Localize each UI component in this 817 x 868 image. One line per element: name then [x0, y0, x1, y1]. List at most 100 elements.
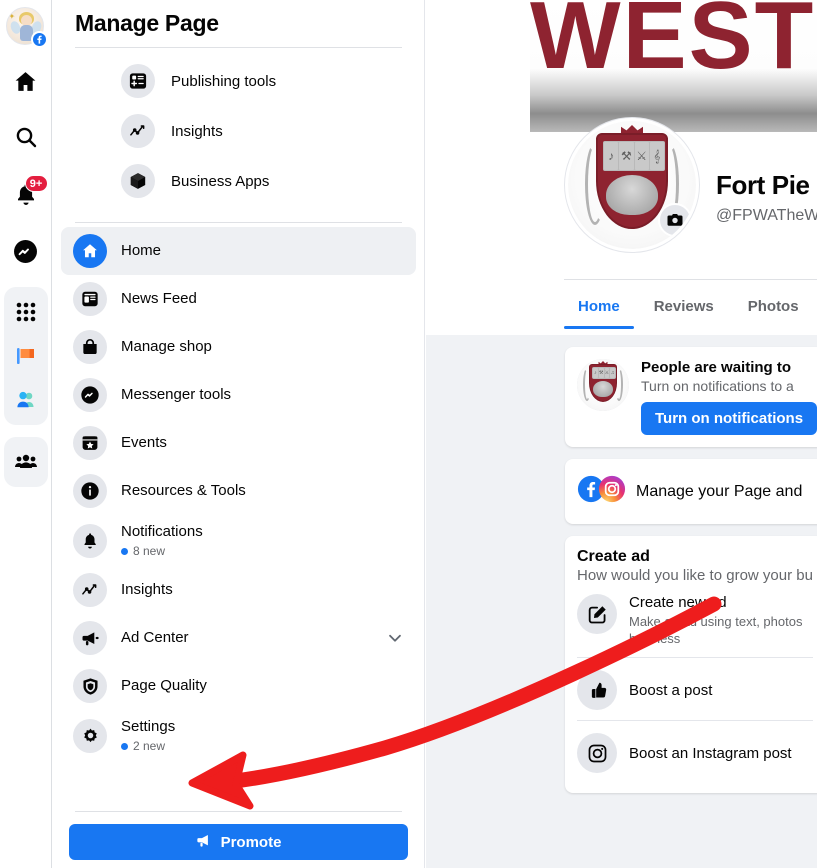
- tab-reviews[interactable]: Reviews: [640, 288, 728, 329]
- rail-messenger-icon[interactable]: [4, 229, 48, 273]
- bell-icon: [73, 523, 107, 558]
- home-icon: [73, 234, 107, 268]
- create-ad-card: Create ad How would you like to grow you…: [565, 536, 817, 793]
- events-calendar-icon: [73, 426, 107, 460]
- boost-a-post-item[interactable]: Boost a post: [577, 660, 813, 718]
- manage-card-text: Manage your Page and: [636, 482, 803, 500]
- edit-profile-photo-button[interactable]: [658, 203, 692, 237]
- nav-item-messenger-tools[interactable]: Messenger tools: [61, 371, 416, 419]
- create-new-ad-label: Create new ad: [629, 594, 727, 611]
- panel-footer-divider: [75, 811, 402, 812]
- boost-a-post-label: Boost a post: [629, 681, 713, 699]
- manage-page-panel: Manage Page Publishing tools Insights Bu…: [53, 0, 425, 868]
- nav-item-badge: 8 new: [121, 543, 203, 559]
- page-nav-list: Home News Feed Manage shop Messenger too…: [53, 223, 424, 761]
- rail-home-icon[interactable]: [4, 59, 48, 103]
- business-apps-cube-icon: [121, 164, 155, 198]
- quick-link-insights[interactable]: Insights: [53, 106, 424, 156]
- nav-item-ad-center[interactable]: Ad Center: [61, 614, 416, 662]
- nav-item-badge: 2 new: [121, 738, 175, 754]
- thumbs-up-icon: [577, 670, 617, 710]
- quick-link-label: Insights: [171, 122, 223, 140]
- user-avatar[interactable]: ✦: [5, 7, 48, 48]
- nav-item-home[interactable]: Home: [61, 227, 416, 275]
- nav-item-label: Insights: [121, 581, 173, 598]
- crest-panther: [593, 381, 613, 397]
- crest-shield: ♪ ⚒ ⚔ 𝄞: [596, 133, 668, 229]
- publishing-tools-icon: [121, 64, 155, 98]
- panel-title: Manage Page: [75, 10, 219, 36]
- notifications-count-badge: 9+: [24, 175, 48, 192]
- news-feed-icon: [73, 282, 107, 316]
- create-new-ad-item[interactable]: Create new ad Make an ad using text, pho…: [577, 584, 813, 655]
- tabs-divider: [564, 279, 817, 280]
- nav-item-label: Settings: [121, 718, 176, 735]
- promote-button-label: Promote: [220, 833, 282, 851]
- nav-item-label: News Feed: [121, 290, 197, 307]
- rail-group-secondary: [3, 437, 48, 487]
- nav-item-label: Manage shop: [121, 338, 212, 355]
- rail-friends-icon[interactable]: [4, 378, 48, 422]
- nav-item-label: Events: [121, 434, 167, 451]
- school-crest-logo-small: ♪ ⚒ ⚔ ♫: [577, 359, 629, 411]
- notification-card-subtitle: Turn on notifications to a: [641, 378, 794, 394]
- nav-item-insights[interactable]: Insights: [61, 566, 416, 614]
- insights-chart-icon: [73, 573, 107, 607]
- promote-button[interactable]: Promote: [69, 824, 408, 860]
- nav-item-resources-tools[interactable]: Resources & Tools: [61, 467, 416, 515]
- page-profile-picture[interactable]: ♪ ⚒ ⚔ 𝄞: [565, 118, 699, 252]
- instagram-icon: [598, 475, 626, 508]
- left-icon-rail: ✦ 9+: [0, 0, 52, 868]
- turn-on-notifications-card: ♪ ⚒ ⚔ ♫ People are waiting to Turn on notif…: [565, 347, 817, 447]
- page-avatar-thumbnail: ♪ ⚒ ⚔ ♫: [577, 359, 629, 411]
- quick-link-label: Business Apps: [171, 172, 270, 190]
- boost-instagram-post-item[interactable]: Boost an Instagram post: [577, 723, 813, 781]
- cover-photo-text: WEST: [530, 0, 816, 89]
- turn-on-notifications-button[interactable]: Turn on notifications: [641, 402, 817, 435]
- nav-item-sub-label: 8 new: [133, 544, 166, 558]
- rail-groups-icon[interactable]: [4, 440, 48, 484]
- cover-photo[interactable]: WEST: [530, 0, 817, 132]
- manage-page-and-instagram-card[interactable]: Manage your Page and: [565, 459, 817, 524]
- tab-photos[interactable]: Photos: [734, 288, 813, 329]
- boost-instagram-post-label: Boost an Instagram post: [629, 744, 792, 762]
- quick-link-label: Publishing tools: [171, 72, 277, 90]
- social-icon-pair: [577, 475, 626, 508]
- rail-pages-flag-icon[interactable]: [4, 334, 48, 378]
- notification-card-title: People are waiting to: [641, 359, 792, 376]
- page-handle: @FPWATheW: [716, 207, 817, 224]
- create-ad-title: Create ad: [577, 548, 650, 565]
- nav-item-sub-label: 2 new: [133, 739, 166, 753]
- page-title: Fort Pie: [716, 170, 810, 200]
- create-new-ad-desc-line1: Make an ad using text, photos: [629, 614, 803, 629]
- gear-icon: [73, 718, 107, 753]
- tab-home[interactable]: Home: [564, 288, 634, 329]
- ad-item-divider: [577, 657, 813, 658]
- nav-item-page-quality[interactable]: Page Quality: [61, 662, 416, 710]
- rail-menu-grid-icon[interactable]: [4, 290, 48, 334]
- page-profile-header: WEST ♪ ⚒ ⚔ 𝄞 Fort Pie @FPWATheW Home Rev…: [426, 0, 817, 335]
- rail-notifications-icon[interactable]: 9+: [4, 173, 48, 217]
- nav-item-label: Home: [121, 242, 162, 259]
- rail-search-icon[interactable]: [4, 115, 48, 159]
- nav-item-notifications[interactable]: Notifications 8 new: [61, 515, 416, 566]
- quick-links-list: Publishing tools Insights Business Apps: [53, 48, 424, 212]
- crest-emblem-band: ♪ ⚒ ⚔ 𝄞: [603, 141, 665, 171]
- facebook-badge-icon: [30, 31, 48, 48]
- nav-item-news-feed[interactable]: News Feed: [61, 275, 416, 323]
- compose-ad-icon: [577, 594, 617, 634]
- nav-item-label: Ad Center: [121, 629, 189, 646]
- nav-item-events[interactable]: Events: [61, 419, 416, 467]
- nav-item-settings[interactable]: Settings 2 new: [61, 710, 416, 761]
- chevron-down-icon[interactable]: [386, 629, 404, 647]
- quick-link-publishing-tools[interactable]: Publishing tools: [53, 56, 424, 106]
- nav-item-label: Page Quality: [121, 677, 207, 694]
- nav-item-manage-shop[interactable]: Manage shop: [61, 323, 416, 371]
- crest-emblem-band: ♪ ⚒ ⚔ ♫: [592, 367, 616, 379]
- nav-item-label: Resources & Tools: [121, 482, 246, 499]
- crest-shield: ♪ ⚒ ⚔ ♫: [589, 364, 617, 402]
- ad-item-divider: [577, 720, 813, 721]
- quick-link-business-apps[interactable]: Business Apps: [53, 156, 424, 206]
- megaphone-icon: [196, 832, 213, 853]
- nav-item-label: Notifications: [121, 523, 203, 540]
